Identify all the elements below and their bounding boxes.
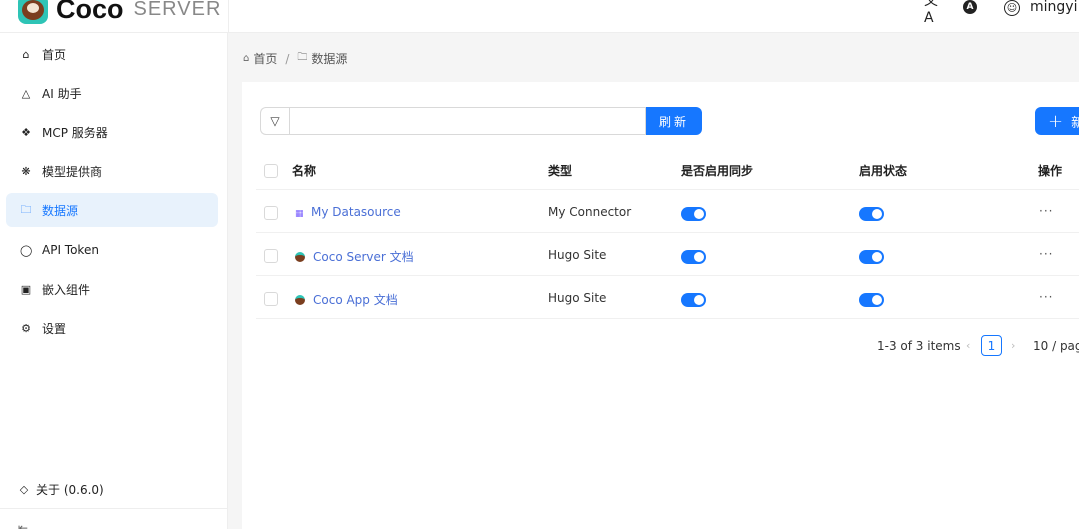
row-checkbox[interactable] xyxy=(264,292,278,306)
robot-icon: △ xyxy=(21,86,31,100)
column-header-name[interactable]: 名称 xyxy=(292,162,316,179)
page-size-select[interactable]: 10 / page xyxy=(1033,339,1079,353)
datasource-type: Hugo Site xyxy=(548,248,607,262)
sidebar-item-mcp[interactable]: ❖ MCP 服务器 xyxy=(6,115,218,149)
diamond-icon: ◇ xyxy=(19,483,29,496)
row-divider xyxy=(256,232,1079,233)
sidebar-item-label: 设置 xyxy=(42,321,67,336)
folder-icon: 🗀 xyxy=(20,202,32,216)
shield-icon: ◯ xyxy=(20,243,33,257)
breadcrumb-separator: / xyxy=(285,51,290,66)
add-datasource-button[interactable]: + 新 xyxy=(1035,107,1079,135)
filter-icon[interactable]: ▽ xyxy=(260,107,289,135)
enabled-toggle[interactable] xyxy=(859,293,884,307)
header-divider xyxy=(228,0,229,33)
row-checkbox[interactable] xyxy=(264,206,278,220)
user-name[interactable]: mingyi xyxy=(1030,0,1077,15)
sidebar-item-embed[interactable]: ▣ 嵌入组件 xyxy=(6,272,218,306)
row-checkbox[interactable] xyxy=(264,249,278,263)
next-page-icon[interactable]: › xyxy=(1011,339,1015,352)
datasource-type: My Connector xyxy=(548,205,632,219)
sidebar-item-label: API Token xyxy=(42,243,99,257)
sidebar-item-label: 数据源 xyxy=(42,203,79,218)
sidebar-item-ai-assistant[interactable]: △ AI 助手 xyxy=(6,76,218,110)
coconut-logo-icon xyxy=(18,0,48,24)
sync-toggle[interactable] xyxy=(681,293,706,307)
logo-text: Coco xyxy=(56,0,124,24)
row-divider xyxy=(256,318,1079,319)
breadcrumb: ⌂ 首页 / 🗀 数据源 xyxy=(243,50,347,67)
puzzle-icon: ▣ xyxy=(20,282,32,296)
datasource-icon: ▦ xyxy=(295,209,304,219)
datasource-name-link[interactable]: Coco Server 文档 xyxy=(295,248,414,265)
enabled-toggle[interactable] xyxy=(859,207,884,221)
datasource-name-link[interactable]: ▦ My Datasource xyxy=(295,205,401,219)
mcp-icon: ❖ xyxy=(21,125,31,139)
sidebar-item-label: MCP 服务器 xyxy=(42,125,108,140)
sync-toggle[interactable] xyxy=(681,207,706,221)
gear-icon: ⚙ xyxy=(21,321,31,335)
row-divider xyxy=(256,189,1079,190)
sidebar-item-model-provider[interactable]: ❋ 模型提供商 xyxy=(6,154,218,188)
coco-icon xyxy=(295,252,305,262)
about-label: 关于 (0.6.0) xyxy=(36,483,104,497)
about-version[interactable]: ◇ 关于 (0.6.0) xyxy=(18,481,104,498)
folder-icon: 🗀 xyxy=(297,52,308,63)
datasource-name-link[interactable]: Coco App 文档 xyxy=(295,291,398,308)
column-header-type[interactable]: 类型 xyxy=(548,162,572,179)
datasource-type: Hugo Site xyxy=(548,291,607,305)
search-input[interactable] xyxy=(289,107,646,135)
prev-page-icon[interactable]: ‹ xyxy=(966,339,970,352)
more-actions-icon[interactable]: ··· xyxy=(1039,290,1053,304)
refresh-button[interactable]: 刷新 xyxy=(646,107,702,135)
datasource-card: ▽ 刷新 + 新 名称 类型 是否启用同步 启用状态 操作 ▦ My Dataso… xyxy=(242,82,1079,529)
model-icon: ❋ xyxy=(21,164,31,178)
sidebar-item-label: 首页 xyxy=(42,47,67,62)
more-actions-icon[interactable]: ··· xyxy=(1039,204,1053,218)
add-button-label: 新 xyxy=(1071,115,1079,131)
top-header: Coco SERVER 文A A ☺ mingyi xyxy=(0,0,1079,33)
sidebar-item-datasource[interactable]: 🗀 数据源 xyxy=(6,193,218,227)
home-icon: ⌂ xyxy=(22,47,30,61)
sidebar-item-api-token[interactable]: ◯ API Token xyxy=(6,233,218,267)
collapse-sidebar-icon[interactable]: ⇤ xyxy=(18,521,28,529)
sidebar: ⌂ 首页 △ AI 助手 ❖ MCP 服务器 ❋ 模型提供商 🗀 数据源 ◯ A… xyxy=(0,33,228,529)
more-actions-icon[interactable]: ··· xyxy=(1039,247,1053,261)
breadcrumb-home[interactable]: 首页 xyxy=(253,50,277,67)
plus-icon: + xyxy=(1048,110,1064,132)
logo-subtitle: SERVER xyxy=(133,0,222,20)
column-header-status[interactable]: 启用状态 xyxy=(859,162,907,179)
sync-toggle[interactable] xyxy=(681,250,706,264)
sidebar-divider xyxy=(0,508,228,509)
sidebar-item-home[interactable]: ⌂ 首页 xyxy=(6,37,218,71)
logo[interactable]: Coco SERVER xyxy=(18,0,221,24)
row-divider xyxy=(256,275,1079,276)
theme-icon[interactable]: A xyxy=(963,0,977,14)
select-all-checkbox[interactable] xyxy=(264,164,278,178)
column-header-sync[interactable]: 是否启用同步 xyxy=(681,162,753,179)
breadcrumb-current: 数据源 xyxy=(311,52,348,66)
user-avatar-icon[interactable]: ☺ xyxy=(1004,0,1020,16)
page-number-button[interactable]: 1 xyxy=(981,335,1002,356)
sidebar-item-settings[interactable]: ⚙ 设置 xyxy=(6,311,218,345)
column-header-actions: 操作 xyxy=(1038,164,1063,178)
sidebar-item-label: AI 助手 xyxy=(42,86,82,101)
sidebar-item-label: 嵌入组件 xyxy=(42,282,91,297)
language-icon[interactable]: 文A xyxy=(924,0,942,26)
home-icon: ⌂ xyxy=(243,53,250,64)
pagination-summary: 1-3 of 3 items xyxy=(877,339,961,353)
enabled-toggle[interactable] xyxy=(859,250,884,264)
sidebar-item-label: 模型提供商 xyxy=(42,164,103,179)
coco-icon xyxy=(295,295,305,305)
